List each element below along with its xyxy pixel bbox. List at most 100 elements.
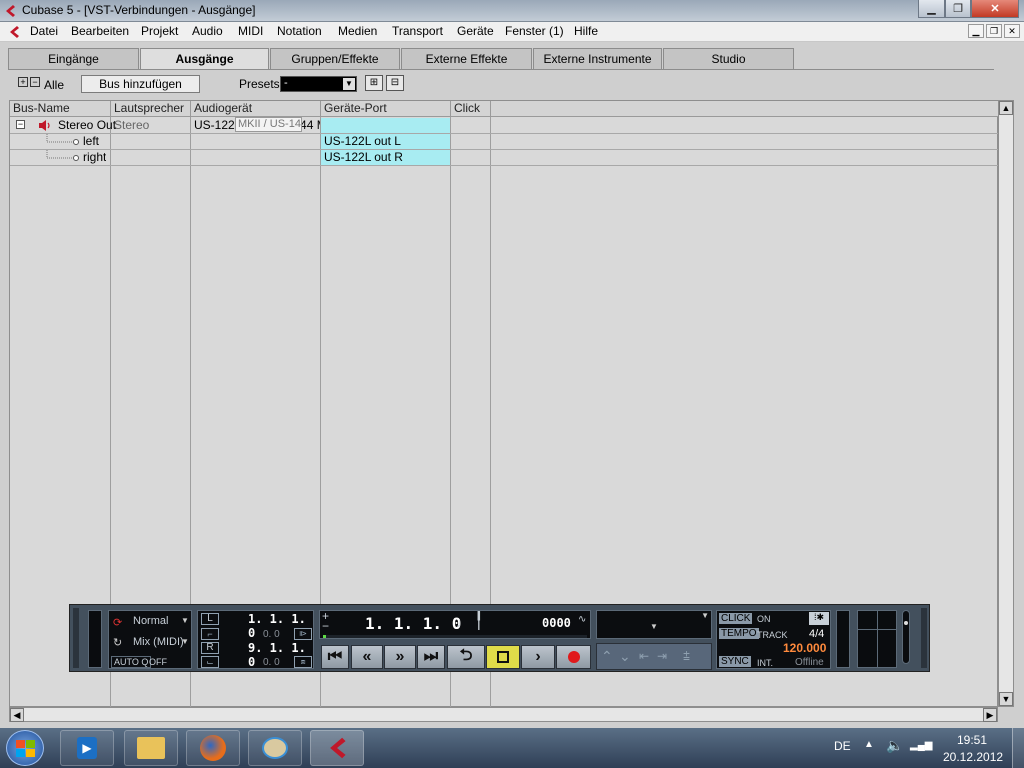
menu-transport[interactable]: Transport	[392, 24, 443, 38]
bus-name[interactable]: Stereo Out	[58, 118, 116, 133]
add-bus-button[interactable]: Bus hinzufügen	[81, 75, 200, 93]
left-locator-button[interactable]: L	[201, 613, 219, 625]
show-hidden-icons-icon[interactable]: ▲	[864, 739, 874, 750]
column-header-bus-name[interactable]: Bus-Name	[10, 101, 111, 117]
horizontal-scrollbar[interactable]: ◀ ▶	[9, 707, 998, 722]
fast-forward-button[interactable]: »	[384, 645, 416, 669]
scroll-down-icon[interactable]: ▼	[999, 692, 1013, 706]
menu-projekt[interactable]: Projekt	[141, 24, 178, 38]
nudge-up-icon[interactable]: ⌃	[601, 648, 613, 665]
tab-ausgaenge[interactable]: Ausgänge	[140, 48, 269, 70]
previous-marker-icon[interactable]: ⇤	[639, 649, 649, 663]
click-toggle-button[interactable]: CLICK	[719, 613, 753, 624]
cycle-icon[interactable]: ⧐	[294, 628, 312, 640]
minus-icon[interactable]: −	[322, 619, 329, 633]
cycle-mode-value[interactable]: Mix (MIDI)	[133, 636, 184, 648]
channel-name[interactable]: left	[83, 134, 99, 149]
marker-panel[interactable]: ▼ ▼	[596, 610, 712, 639]
maximize-button[interactable]: ❐	[945, 0, 971, 18]
device-port[interactable]	[321, 118, 450, 133]
menu-notation[interactable]: Notation	[277, 24, 322, 38]
cubase-logo-icon[interactable]	[7, 25, 21, 39]
tab-gruppen-effekte[interactable]: Gruppen/Effekte	[270, 48, 400, 69]
stop-button[interactable]	[486, 645, 520, 669]
close-button[interactable]: ✕	[971, 0, 1019, 18]
time-format-icon[interactable]: ∿	[578, 614, 586, 625]
chevron-down-icon[interactable]: ▼	[701, 611, 709, 620]
rewind-button[interactable]: «	[351, 645, 383, 669]
table-row[interactable]: − Stereo Out Stereo US-122 MKII / US-144…	[10, 118, 999, 134]
record-mode-value[interactable]: Normal	[133, 615, 168, 627]
collapse-all-icon[interactable]: −	[30, 77, 40, 87]
cycle-toggle-button[interactable]: ⮌	[447, 645, 485, 669]
chevron-down-icon[interactable]: ▼	[343, 78, 355, 90]
menu-fenster[interactable]: Fenster (1)	[505, 24, 564, 38]
punch-mode-icon[interactable]: ⧈	[294, 656, 312, 668]
menu-hilfe[interactable]: Hilfe	[574, 24, 598, 38]
menu-medien[interactable]: Medien	[338, 24, 377, 38]
add-marker-icon[interactable]: ⩲	[683, 649, 690, 664]
delete-preset-icon[interactable]: ⊟	[386, 75, 404, 91]
tempo-toggle-button[interactable]: TEMPO	[719, 628, 759, 639]
collapse-row-icon[interactable]: −	[16, 120, 25, 129]
show-desktop-button[interactable]	[1012, 728, 1024, 768]
next-marker-icon[interactable]: ⇥	[657, 649, 667, 663]
time-signature[interactable]: 4/4	[809, 628, 824, 640]
device-port[interactable]: US-122L out L	[321, 134, 450, 149]
tab-studio[interactable]: Studio	[663, 48, 794, 69]
menu-midi[interactable]: MIDI	[238, 24, 263, 38]
device-port[interactable]: US-122L out R	[321, 150, 450, 165]
tab-externe-instrumente[interactable]: Externe Instrumente	[533, 48, 662, 69]
panel-grip[interactable]	[73, 608, 79, 668]
punch-out-icon[interactable]: ⌙	[201, 656, 219, 668]
clock-date[interactable]: 20.12.2012	[943, 750, 1003, 764]
taskbar-explorer[interactable]	[124, 730, 178, 766]
master-volume-slider[interactable]	[902, 610, 910, 664]
channel-name[interactable]: right	[83, 150, 106, 165]
menu-audio[interactable]: Audio	[192, 24, 223, 38]
taskbar-cubase[interactable]	[310, 730, 364, 766]
record-button[interactable]	[556, 645, 591, 669]
scroll-right-icon[interactable]: ▶	[983, 708, 997, 722]
column-header-audio-device[interactable]: Audiogerät	[191, 101, 321, 117]
scroll-left-icon[interactable]: ◀	[10, 708, 24, 722]
expand-all-icon[interactable]: +	[18, 77, 28, 87]
go-to-end-button[interactable]: ⏭	[417, 645, 445, 669]
chevron-down-icon[interactable]: ▼	[181, 616, 189, 625]
auto-quantize-button[interactable]: AUTO Q	[111, 656, 152, 668]
menu-datei[interactable]: Datei	[30, 24, 58, 38]
menu-bearbeiten[interactable]: Bearbeiten	[71, 24, 129, 38]
position-slider-handle[interactable]	[323, 635, 326, 638]
column-header-click[interactable]: Click	[451, 101, 491, 117]
play-button[interactable]: ›	[521, 645, 555, 669]
language-indicator[interactable]: DE	[834, 739, 851, 753]
sync-toggle-button[interactable]: SYNC	[719, 656, 751, 667]
panel-grip[interactable]	[921, 608, 927, 668]
column-header-device-port[interactable]: Geräte-Port	[321, 101, 451, 117]
chevron-down-icon[interactable]: ▼	[181, 637, 189, 646]
speaker-config[interactable]: Stereo	[114, 118, 149, 133]
master-volume-handle[interactable]	[904, 621, 908, 625]
minimize-button[interactable]: ▁	[918, 0, 945, 18]
presets-select[interactable]: - ▼	[280, 76, 357, 92]
doc-minimize-button[interactable]: ▁	[968, 24, 984, 38]
secondary-time-display[interactable]: 0000	[542, 616, 571, 630]
menu-geraete[interactable]: Geräte	[457, 24, 494, 38]
save-preset-icon[interactable]: ⊞	[365, 75, 383, 91]
position-slider[interactable]	[323, 635, 587, 638]
clock-time[interactable]: 19:51	[957, 733, 987, 747]
start-button[interactable]	[6, 730, 44, 766]
punch-in-icon[interactable]: ⌐	[201, 628, 219, 640]
metronome-settings-icon[interactable]: ⁞✱	[809, 612, 829, 625]
taskbar-firefox[interactable]	[186, 730, 240, 766]
network-icon[interactable]: ▂▄▆	[910, 740, 932, 751]
scroll-up-icon[interactable]: ▲	[999, 101, 1013, 115]
nudge-down-icon[interactable]: ⌄	[619, 648, 631, 665]
doc-close-button[interactable]: ✕	[1004, 24, 1020, 38]
tab-eingaenge[interactable]: Eingänge	[8, 48, 139, 69]
taskbar-paint[interactable]	[248, 730, 302, 766]
table-row[interactable]: left US-122L out L	[10, 134, 999, 150]
doc-restore-button[interactable]: ❐	[986, 24, 1002, 38]
primary-time-display[interactable]: 1. 1. 1. 0	[365, 614, 461, 633]
column-header-speaker[interactable]: Lautsprecher	[111, 101, 191, 117]
